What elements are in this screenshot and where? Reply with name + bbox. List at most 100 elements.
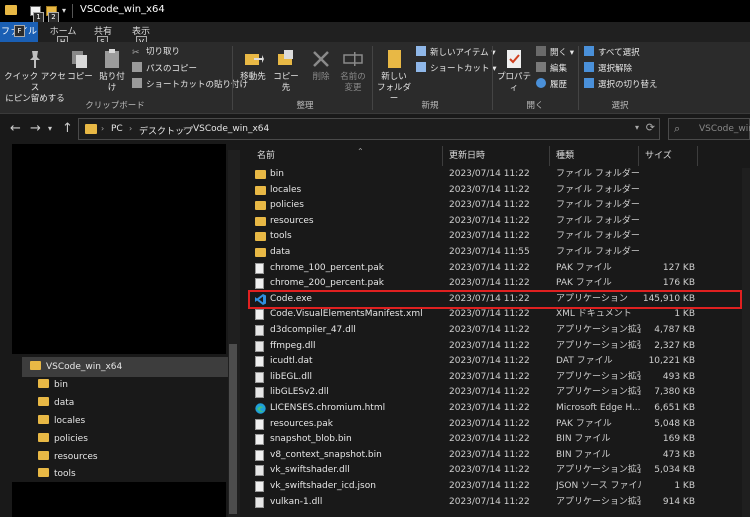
column-header-type[interactable]: 種類 [556,149,574,163]
file-row[interactable]: data 2023/07/14 11:55 ファイル フォルダー [251,245,739,261]
back-arrow-icon[interactable]: ← [10,121,21,136]
file-row[interactable]: libEGL.dll 2023/07/14 11:22 アプリケーション拡張 493 … [251,370,739,386]
column-divider[interactable] [638,146,639,166]
file-row[interactable]: d3dcompiler_47.dll 2023/07/14 11:22 アプリケーシ… [251,323,739,339]
file-size: 4,787 KB [654,325,695,335]
column-divider[interactable] [549,146,550,166]
address-bar[interactable]: › PC › デスクトップ › VSCode_win_x64 ▾ ⟳ [78,118,660,140]
redacted-area [12,482,226,517]
nav-item-locales[interactable]: locales [38,413,85,429]
search-box[interactable]: ⌕ VSCode_win_x64 [668,118,750,140]
nav-item-resources[interactable]: resources [38,449,98,465]
breadcrumb-pc[interactable]: PC [111,124,123,134]
column-header-name[interactable]: 名前 ⌃ [257,147,364,163]
key-badge-file: F [14,25,25,37]
history-button[interactable]: 履歴 [536,78,567,91]
file-row[interactable]: vulkan-1.dll 2023/07/14 11:22 アプリケーション拡張 91… [251,495,739,511]
breadcrumb-current[interactable]: VSCode_win_x64 [193,124,269,134]
delete-button[interactable]: 削除 [308,48,334,83]
file-row[interactable]: v8_context_snapshot.bin 2023/07/14 11:22 B… [251,448,739,464]
file-date: 2023/07/14 11:22 [449,496,530,507]
file-row[interactable]: tools 2023/07/14 11:22 ファイル フォルダー [251,229,739,245]
move-to-button[interactable]: 移動先 [236,48,270,83]
nav-item-root[interactable]: VSCode_win_x64 [30,359,122,375]
breadcrumb-separator: › [129,124,133,133]
file-list: 名前 ⌃ 更新日時 種類 サイズ bin 2023/07/14 11:22 ファイル … [243,144,750,517]
file-row[interactable]: policies 2023/07/14 11:22 ファイル フォルダー [251,198,739,214]
file-date: 2023/07/14 11:22 [449,325,530,335]
column-divider[interactable] [697,146,698,166]
new-folder-icon [388,50,401,68]
cut-button[interactable]: ✂ 切り取り [132,46,180,58]
folder-icon [30,361,41,370]
file-row[interactable]: resources.pak 2023/07/14 11:22 PAK ファイル 5,0… [251,417,739,433]
column-header-date[interactable]: 更新日時 [449,149,485,163]
copy-button[interactable]: コピー [66,48,94,83]
copy-to-button[interactable]: コピー先 [270,48,302,94]
file-date: 2023/07/14 11:22 [449,231,530,242]
file-size: 169 KB [662,434,695,445]
open-icon [536,46,546,56]
file-type: ファイル フォルダー [556,169,640,179]
file-size: 1 KB [674,481,695,491]
new-folder-button[interactable]: 新しい フォルダー [376,48,412,105]
up-arrow-icon[interactable]: ↑ [62,121,73,136]
new-item-button[interactable]: 新しいアイテム ▾ [416,46,496,59]
dll-file-icon [255,325,264,336]
nav-item-tools[interactable]: tools [38,466,76,482]
clipboard-group-label: クリップボード [85,101,145,111]
paste-shortcut-button[interactable]: ショートカットの貼り付け [132,78,248,91]
recent-locations-chevron-icon[interactable]: ▾ [48,124,52,133]
file-name: resources.pak [270,418,333,429]
properties-button[interactable]: プロパティ [494,48,534,94]
nav-item-data[interactable]: data [38,395,74,411]
file-type: BIN ファイル [556,449,611,460]
paste-button[interactable]: 貼り付け [96,48,128,94]
nav-item-policies[interactable]: policies [38,431,88,447]
nav-scrollbar-thumb[interactable] [229,344,237,514]
file-row[interactable]: Code.VisualElementsManifest.xml 2023/07/1… [251,307,739,323]
edit-button[interactable]: 編集 [536,62,567,75]
forward-arrow-icon[interactable]: → [30,121,41,136]
copy-path-button[interactable]: パスのコピー [132,62,197,75]
search-placeholder: VSCode_win_x64 [699,124,750,134]
file-row[interactable]: snapshot_blob.bin 2023/07/14 11:22 BIN ファイ… [251,432,739,448]
file-row[interactable]: vk_swiftshader.dll 2023/07/14 11:22 アプリケーシ… [251,463,739,479]
file-date: 2023/07/14 11:22 [449,200,530,211]
file-type: アプリケーション拡張 [556,340,641,351]
rename-label-line1: 名前の [340,72,366,82]
file-row[interactable]: vk_swiftshader_icd.json 2023/07/14 11:22 J… [251,479,739,495]
select-all-button[interactable]: すべて選択 [584,46,640,59]
nav-item-bin[interactable]: bin [38,377,68,393]
file-row[interactable]: bin 2023/07/14 11:22 ファイル フォルダー [251,167,739,183]
rename-button[interactable]: 名前の 変更 [338,48,368,94]
navigation-pane: VSCode_win_x64 bin data locales policies… [0,144,243,517]
invert-selection-button[interactable]: 選択の切り替え [584,78,658,91]
file-type: ファイル フォルダー [556,231,640,242]
file-list-scrollbar[interactable] [742,168,750,517]
file-row[interactable]: LICENSES.chromium.html 2023/07/14 11:22 Mi… [251,401,739,417]
file-row[interactable]: icudtl.dat 2023/07/14 11:22 DAT ファイル 10,221… [251,354,739,370]
column-header-size[interactable]: サイズ [645,149,672,163]
file-name: vk_swiftshader.dll [270,465,350,476]
delete-label: 削除 [312,72,330,82]
shortcut-button[interactable]: ショートカット ▾ [416,62,496,75]
pin-quick-access-button[interactable]: クイック アクセス にピン留めする [4,48,66,105]
refresh-icon[interactable]: ⟳ [646,121,655,134]
column-divider[interactable] [442,146,443,166]
file-row[interactable]: locales 2023/07/14 11:22 ファイル フォルダー [251,183,739,199]
select-none-button[interactable]: 選択解除 [584,62,632,75]
file-size: 2,327 KB [654,340,695,351]
file-row[interactable]: ffmpeg.dll 2023/07/14 11:22 アプリケーション拡張 2,32… [251,339,739,355]
open-button[interactable]: 開く ▾ [536,46,574,59]
file-type: BIN ファイル [556,434,611,445]
ribbon-divider [232,46,233,110]
file-row[interactable]: libGLESv2.dll 2023/07/14 11:22 アプリケーション拡張 7… [251,385,739,401]
address-dropdown-icon[interactable]: ▾ [635,123,639,132]
file-row[interactable]: chrome_100_percent.pak 2023/07/14 11:22 PA… [251,261,739,277]
file-row[interactable]: resources 2023/07/14 11:22 ファイル フォルダー [251,214,739,230]
file-date: 2023/07/14 11:22 [449,481,530,491]
customize-arrow-icon[interactable]: ▾ [62,6,66,15]
folder-icon [5,5,17,15]
paste-shortcut-icon [132,78,142,88]
